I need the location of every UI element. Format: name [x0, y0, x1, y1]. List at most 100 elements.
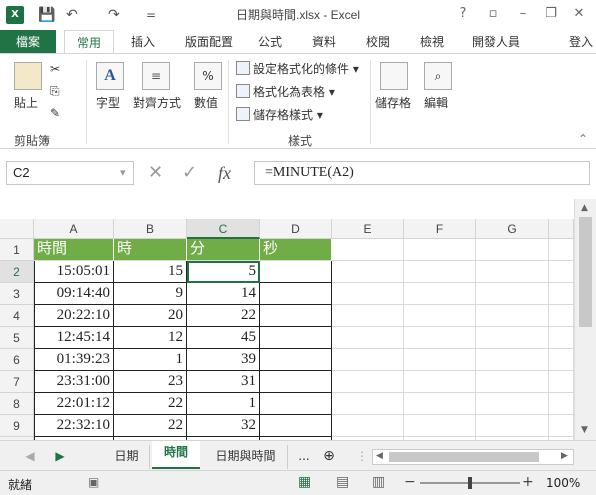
cell[interactable]	[476, 261, 549, 283]
cell[interactable]	[332, 283, 404, 305]
table-cell[interactable]: 45	[187, 327, 260, 349]
cell[interactable]	[549, 349, 574, 371]
table-cell[interactable]: 22	[187, 305, 260, 327]
table-cell[interactable]: 23:31:00	[34, 371, 114, 393]
copy-icon[interactable]: ⎘	[50, 84, 60, 99]
horizontal-scrollbar[interactable]: ◀ ▶	[372, 449, 574, 465]
table-cell[interactable]: 32	[187, 415, 260, 437]
scroll-right-icon[interactable]: ▶	[561, 451, 568, 461]
zoom-slider-thumb[interactable]	[468, 477, 472, 489]
row-header[interactable]: 8	[0, 393, 34, 415]
login-link[interactable]: 登入	[566, 30, 596, 54]
table-cell[interactable]: 15	[114, 261, 187, 283]
tab-formulas[interactable]: 公式	[250, 30, 290, 54]
table-cell[interactable]: 15:05:01	[34, 261, 114, 283]
cell[interactable]	[332, 349, 404, 371]
column-header[interactable]: G	[476, 219, 549, 239]
scroll-up-icon[interactable]: ▲	[581, 203, 588, 213]
paste-button-label[interactable]: 貼上	[14, 94, 38, 111]
table-cell[interactable]: 1	[187, 393, 260, 415]
redo-icon[interactable]: ↷	[108, 6, 120, 24]
cell[interactable]	[476, 283, 549, 305]
row-header[interactable]: 2	[0, 261, 34, 283]
cell[interactable]	[549, 415, 574, 437]
table-header-cell[interactable]: 秒	[260, 239, 332, 261]
cell[interactable]	[476, 239, 549, 261]
cell[interactable]	[332, 415, 404, 437]
column-header[interactable]: D	[260, 219, 332, 239]
column-header[interactable]	[549, 219, 574, 239]
cell-styles-button[interactable]: 儲存格樣式 ▾	[236, 106, 323, 123]
scroll-thumb[interactable]	[389, 452, 539, 462]
editing-button-label[interactable]: 編輯	[424, 94, 448, 111]
paste-icon[interactable]	[14, 62, 42, 90]
table-cell[interactable]	[260, 283, 332, 305]
name-box-dropdown-icon[interactable]: ▾	[120, 161, 126, 185]
table-cell[interactable]: 14	[187, 283, 260, 305]
sheet-tab-datetime[interactable]: 日期與時間	[204, 445, 288, 469]
row-header[interactable]: 7	[0, 371, 34, 393]
select-all-corner[interactable]	[0, 219, 34, 239]
font-icon[interactable]: A	[96, 62, 124, 90]
normal-view-icon[interactable]: ▦	[298, 474, 311, 490]
table-cell[interactable]	[260, 415, 332, 437]
cell[interactable]	[404, 349, 476, 371]
table-cell[interactable]: 39	[187, 349, 260, 371]
cells-button-label[interactable]: 儲存格	[375, 94, 411, 111]
tab-file[interactable]: 檔案	[0, 30, 56, 54]
cell[interactable]	[476, 327, 549, 349]
cell[interactable]	[332, 371, 404, 393]
row-header[interactable]: 9	[0, 415, 34, 437]
name-box[interactable]: C2	[6, 161, 134, 185]
undo-icon[interactable]: ↶	[66, 6, 78, 24]
sheet-tab-time[interactable]: 時間	[152, 441, 200, 469]
insert-function-icon[interactable]: fx	[218, 161, 231, 185]
column-header[interactable]: A	[34, 219, 114, 239]
enter-icon[interactable]: ✓	[182, 161, 197, 185]
cell[interactable]	[476, 393, 549, 415]
table-cell[interactable]: 20	[114, 305, 187, 327]
cell[interactable]	[476, 371, 549, 393]
cell[interactable]	[404, 415, 476, 437]
cell[interactable]	[549, 239, 574, 261]
binoculars-icon[interactable]: ⌕	[424, 62, 452, 90]
row-header[interactable]: 4	[0, 305, 34, 327]
cell[interactable]	[476, 305, 549, 327]
column-header[interactable]: C	[187, 219, 260, 239]
tab-home[interactable]: 常用	[64, 30, 114, 54]
table-cell[interactable]: 9	[114, 283, 187, 305]
row-header[interactable]: 3	[0, 283, 34, 305]
cell[interactable]	[404, 239, 476, 261]
table-header-cell[interactable]: 分	[187, 239, 260, 261]
number-button-label[interactable]: 數值	[194, 94, 218, 111]
scroll-left-icon[interactable]: ◀	[376, 451, 383, 461]
table-cell[interactable]: 1	[114, 349, 187, 371]
tab-insert[interactable]: 插入	[118, 30, 168, 54]
help-button[interactable]: ?	[452, 4, 474, 24]
page-break-view-icon[interactable]: ▥	[372, 474, 385, 490]
cut-icon[interactable]: ✂	[50, 62, 60, 76]
table-cell[interactable]: 23	[114, 371, 187, 393]
font-button-label[interactable]: 字型	[96, 94, 120, 111]
tab-page-layout[interactable]: 版面配置	[178, 30, 240, 54]
table-cell[interactable]: 01:39:23	[34, 349, 114, 371]
formula-input[interactable]: =MINUTE(A2)	[254, 161, 590, 185]
row-header[interactable]: 5	[0, 327, 34, 349]
cell[interactable]	[549, 371, 574, 393]
alignment-button-label[interactable]: 對齊方式	[133, 94, 181, 111]
cell[interactable]	[332, 239, 404, 261]
table-cell[interactable]: 20:22:10	[34, 305, 114, 327]
cell[interactable]	[476, 415, 549, 437]
tab-split-handle[interactable]: ⋮	[356, 445, 368, 469]
tab-view[interactable]: 檢視	[410, 30, 454, 54]
cell[interactable]	[549, 393, 574, 415]
column-header[interactable]: E	[332, 219, 404, 239]
cell[interactable]	[404, 261, 476, 283]
zoom-in-icon[interactable]: +	[522, 474, 534, 490]
cell[interactable]	[332, 327, 404, 349]
save-icon[interactable]: 💾	[38, 6, 55, 24]
zoom-level[interactable]: 100%	[546, 476, 580, 490]
prev-sheet-icon[interactable]: ◀	[22, 445, 38, 469]
active-cell[interactable]: 5	[187, 261, 260, 283]
cell[interactable]	[332, 393, 404, 415]
